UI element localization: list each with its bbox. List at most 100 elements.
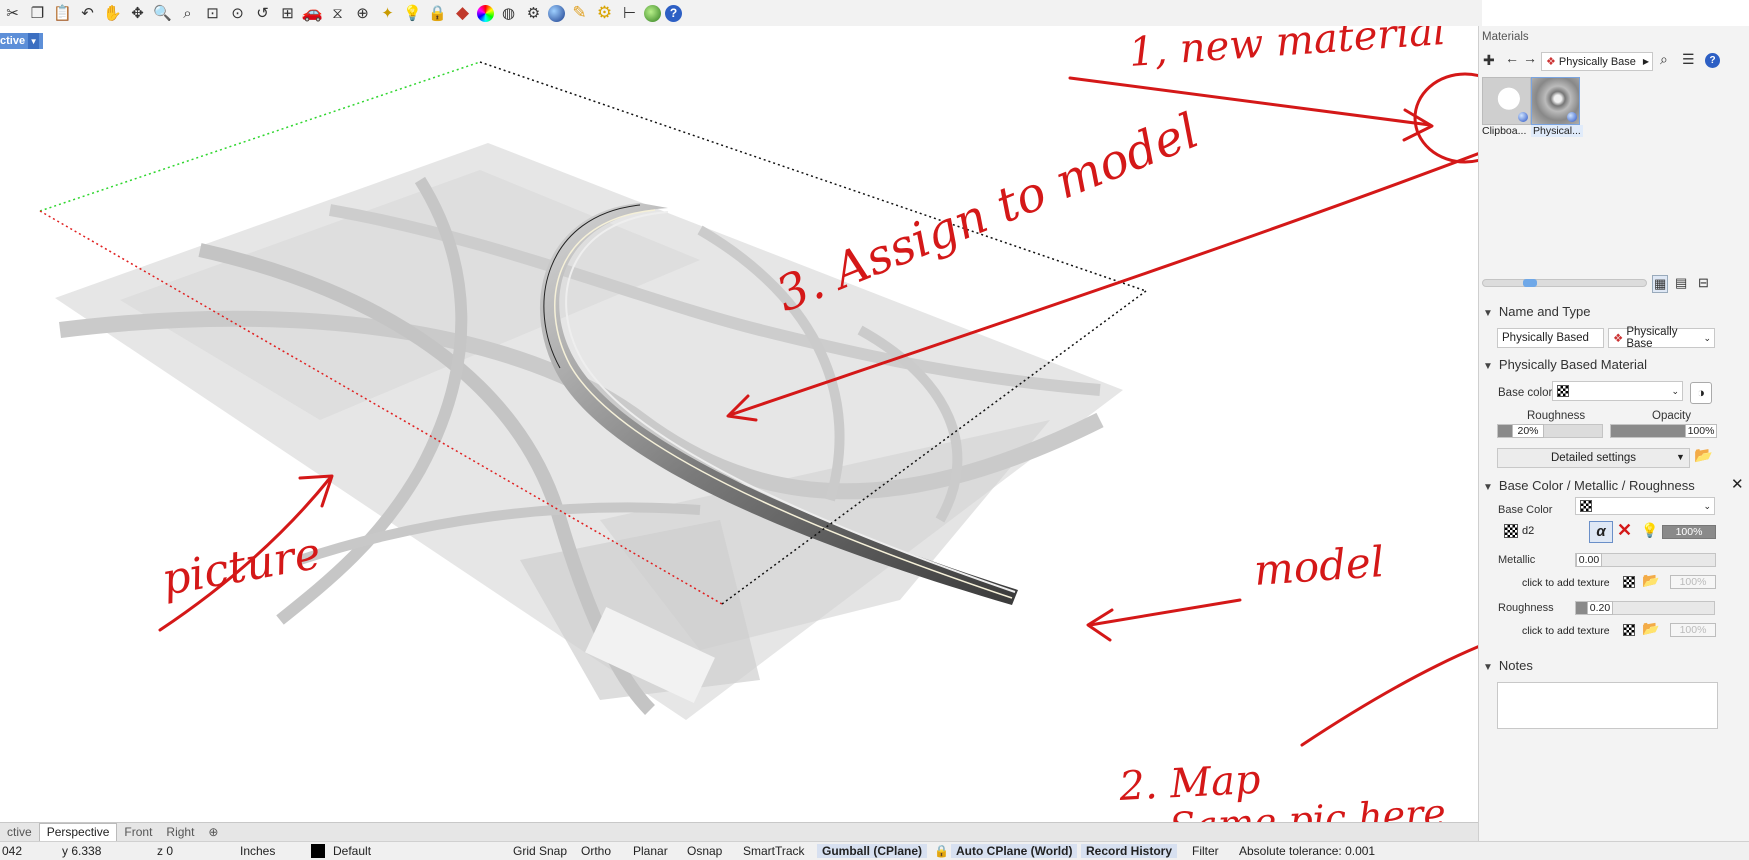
zoom-icon[interactable]: 🔍 [152, 2, 173, 24]
gear-sphere-icon[interactable]: ⚙ [523, 2, 544, 24]
base-color-field[interactable]: ⌄ [1575, 497, 1715, 515]
color-wheel-icon[interactable] [477, 4, 494, 22]
paste-icon[interactable]: 📋 [52, 2, 73, 24]
back-arrow-icon[interactable]: ← [1505, 50, 1519, 66]
tab-perspective[interactable]: Perspective [38, 823, 118, 841]
tree-view-icon[interactable]: ⊟ [1698, 275, 1709, 291]
notes-header[interactable]: ▼ Notes [1483, 658, 1533, 673]
forward-arrow-icon[interactable]: → [1523, 50, 1537, 66]
undo-icon[interactable]: ↶ [77, 2, 98, 24]
name-and-type-header[interactable]: ▼ Name and Type [1483, 304, 1590, 319]
metallic-value[interactable]: 0.00 [1576, 553, 1602, 567]
viewport-title[interactable]: ctive [0, 35, 25, 47]
metallic-slider[interactable]: 0.00 [1575, 553, 1716, 567]
texture-amount[interactable]: 100% [1670, 623, 1716, 637]
texture-amount[interactable]: 100% [1670, 575, 1716, 589]
rotate-view-icon[interactable]: ✥ [127, 2, 148, 24]
material-type-select[interactable]: ❖ Physically Base ⌄ [1608, 326, 1715, 350]
layer-swatch[interactable] [311, 844, 325, 858]
opacity-slider[interactable]: 100% [1610, 424, 1717, 438]
close-icon[interactable]: ✕ [1731, 475, 1744, 493]
filter-pane[interactable]: Filter [1187, 844, 1224, 858]
units[interactable]: Inches [240, 844, 275, 858]
gumball-icon[interactable]: ⊕ [352, 2, 373, 24]
four-viewports-icon[interactable]: ⊞ [277, 2, 298, 24]
bcmr-header[interactable]: ▼ Base Color / Metallic / Roughness [1483, 478, 1695, 493]
zoom-selected-icon[interactable]: ⊙ [227, 2, 248, 24]
thumbnail-size-slider[interactable] [1482, 279, 1647, 287]
pencil-icon[interactable]: ✎ [569, 2, 590, 24]
tab-right[interactable]: Right [159, 825, 201, 839]
roughness-slider[interactable]: 0.20 [1575, 601, 1715, 615]
remove-texture-icon[interactable]: ✕ [1617, 520, 1632, 541]
light-icon[interactable]: 💡 [402, 2, 423, 24]
planar-pane[interactable]: Planar [628, 844, 673, 858]
material-name-field[interactable]: Physically Based [1497, 328, 1604, 348]
notes-textarea[interactable] [1497, 682, 1718, 729]
add-material-icon[interactable]: ✚ [1483, 52, 1495, 69]
zoom-window-icon[interactable]: ⊡ [202, 2, 223, 24]
viewport-title-tab[interactable]: ctive ▼ [0, 33, 44, 49]
tree-icon[interactable]: ⊢ [619, 2, 640, 24]
globe-icon[interactable] [644, 4, 661, 22]
gears-icon[interactable]: ⚙ [594, 2, 615, 24]
gumball-pane[interactable]: Gumball (CPlane) [817, 844, 928, 858]
lightbulb-group-icon[interactable]: ✦ [377, 2, 398, 24]
material-thumbnail-clipboard[interactable] [1482, 77, 1531, 125]
base-color-picker[interactable]: ⌄ [1552, 381, 1683, 401]
perspective-viewport[interactable]: 1, new material 3. Assign to model pictu… [0, 26, 1478, 822]
record-history-pane[interactable]: Record History [1081, 844, 1178, 858]
folder-icon[interactable]: 📂 [1642, 620, 1659, 637]
folder-icon[interactable]: 📂 [1642, 572, 1659, 589]
contrast-icon[interactable]: ◑ [1690, 382, 1712, 404]
lock-icon[interactable]: 🔒 [427, 2, 448, 24]
lock-icon[interactable]: 🔒 [934, 844, 949, 858]
scissors-icon[interactable]: ✂ [2, 2, 23, 24]
car-icon[interactable]: 🚗 [302, 2, 323, 24]
texture-amount[interactable]: 100% [1662, 525, 1716, 539]
add-texture-label[interactable]: click to add texture [1522, 577, 1610, 589]
coord-x: 042 [2, 844, 23, 858]
layer-icon[interactable]: ◆ [452, 2, 473, 24]
osnap-pane[interactable]: Osnap [682, 844, 727, 858]
ortho-pane[interactable]: Ortho [576, 844, 616, 858]
undo-view-icon[interactable]: ↺ [252, 2, 273, 24]
menu-icon[interactable]: ☰ [1682, 51, 1695, 68]
smarttrack-pane[interactable]: SmartTrack [738, 844, 810, 858]
search-icon[interactable]: ⌕ [1660, 51, 1668, 68]
help-icon[interactable]: ? [1705, 53, 1720, 68]
tab-ctive[interactable]: ctive [0, 825, 39, 839]
grid-snap-pane[interactable]: Grid Snap [508, 844, 572, 858]
roughness-value[interactable]: 0.20 [1587, 601, 1613, 615]
grid-view-icon[interactable]: ▦ [1652, 275, 1669, 293]
texture-checker-icon[interactable] [1623, 576, 1635, 588]
copy-icon[interactable]: ❐ [27, 2, 48, 24]
render-sphere-icon[interactable] [548, 4, 565, 22]
help-icon[interactable]: ? [665, 4, 682, 22]
chevron-down-icon[interactable]: ▼ [28, 33, 40, 49]
tab-front[interactable]: Front [117, 825, 159, 839]
material-type-filter[interactable]: ❖ Physically Base ▶ [1541, 52, 1653, 71]
detailed-settings-button[interactable]: Detailed settings [1497, 448, 1690, 468]
add-texture-label[interactable]: click to add texture [1522, 625, 1610, 637]
base-color-texture-slot[interactable]: d2 [1504, 524, 1534, 538]
roughness-slider[interactable]: 20% [1497, 424, 1603, 438]
zoom-dynamic-icon[interactable]: ⌕ [177, 2, 198, 24]
auto-cplane-pane[interactable]: Auto CPlane (World) [951, 844, 1078, 858]
pbm-header[interactable]: ▼ Physically Based Material [1483, 357, 1647, 372]
add-tab-icon[interactable]: ⊕ [201, 825, 225, 839]
bowtie-icon[interactable]: ⧖ [327, 2, 348, 24]
sphere-wire-icon[interactable]: ◍ [498, 2, 519, 24]
pan-hand-icon[interactable]: ✋ [102, 2, 123, 24]
roughness-value[interactable]: 20% [1512, 424, 1544, 438]
alpha-icon[interactable]: α [1589, 521, 1613, 543]
folder-icon[interactable]: 📂 [1694, 446, 1713, 464]
opacity-value[interactable]: 100% [1685, 424, 1717, 438]
lightbulb-icon[interactable]: 💡 [1641, 522, 1658, 539]
current-layer[interactable]: Default [333, 844, 371, 858]
texture-checker-icon[interactable] [1623, 624, 1635, 636]
slider-handle[interactable] [1523, 279, 1537, 287]
caret-down-icon[interactable]: ▼ [1676, 452, 1685, 462]
list-view-icon[interactable]: ▤ [1675, 275, 1687, 291]
material-thumbnail-physical[interactable] [1531, 77, 1580, 125]
